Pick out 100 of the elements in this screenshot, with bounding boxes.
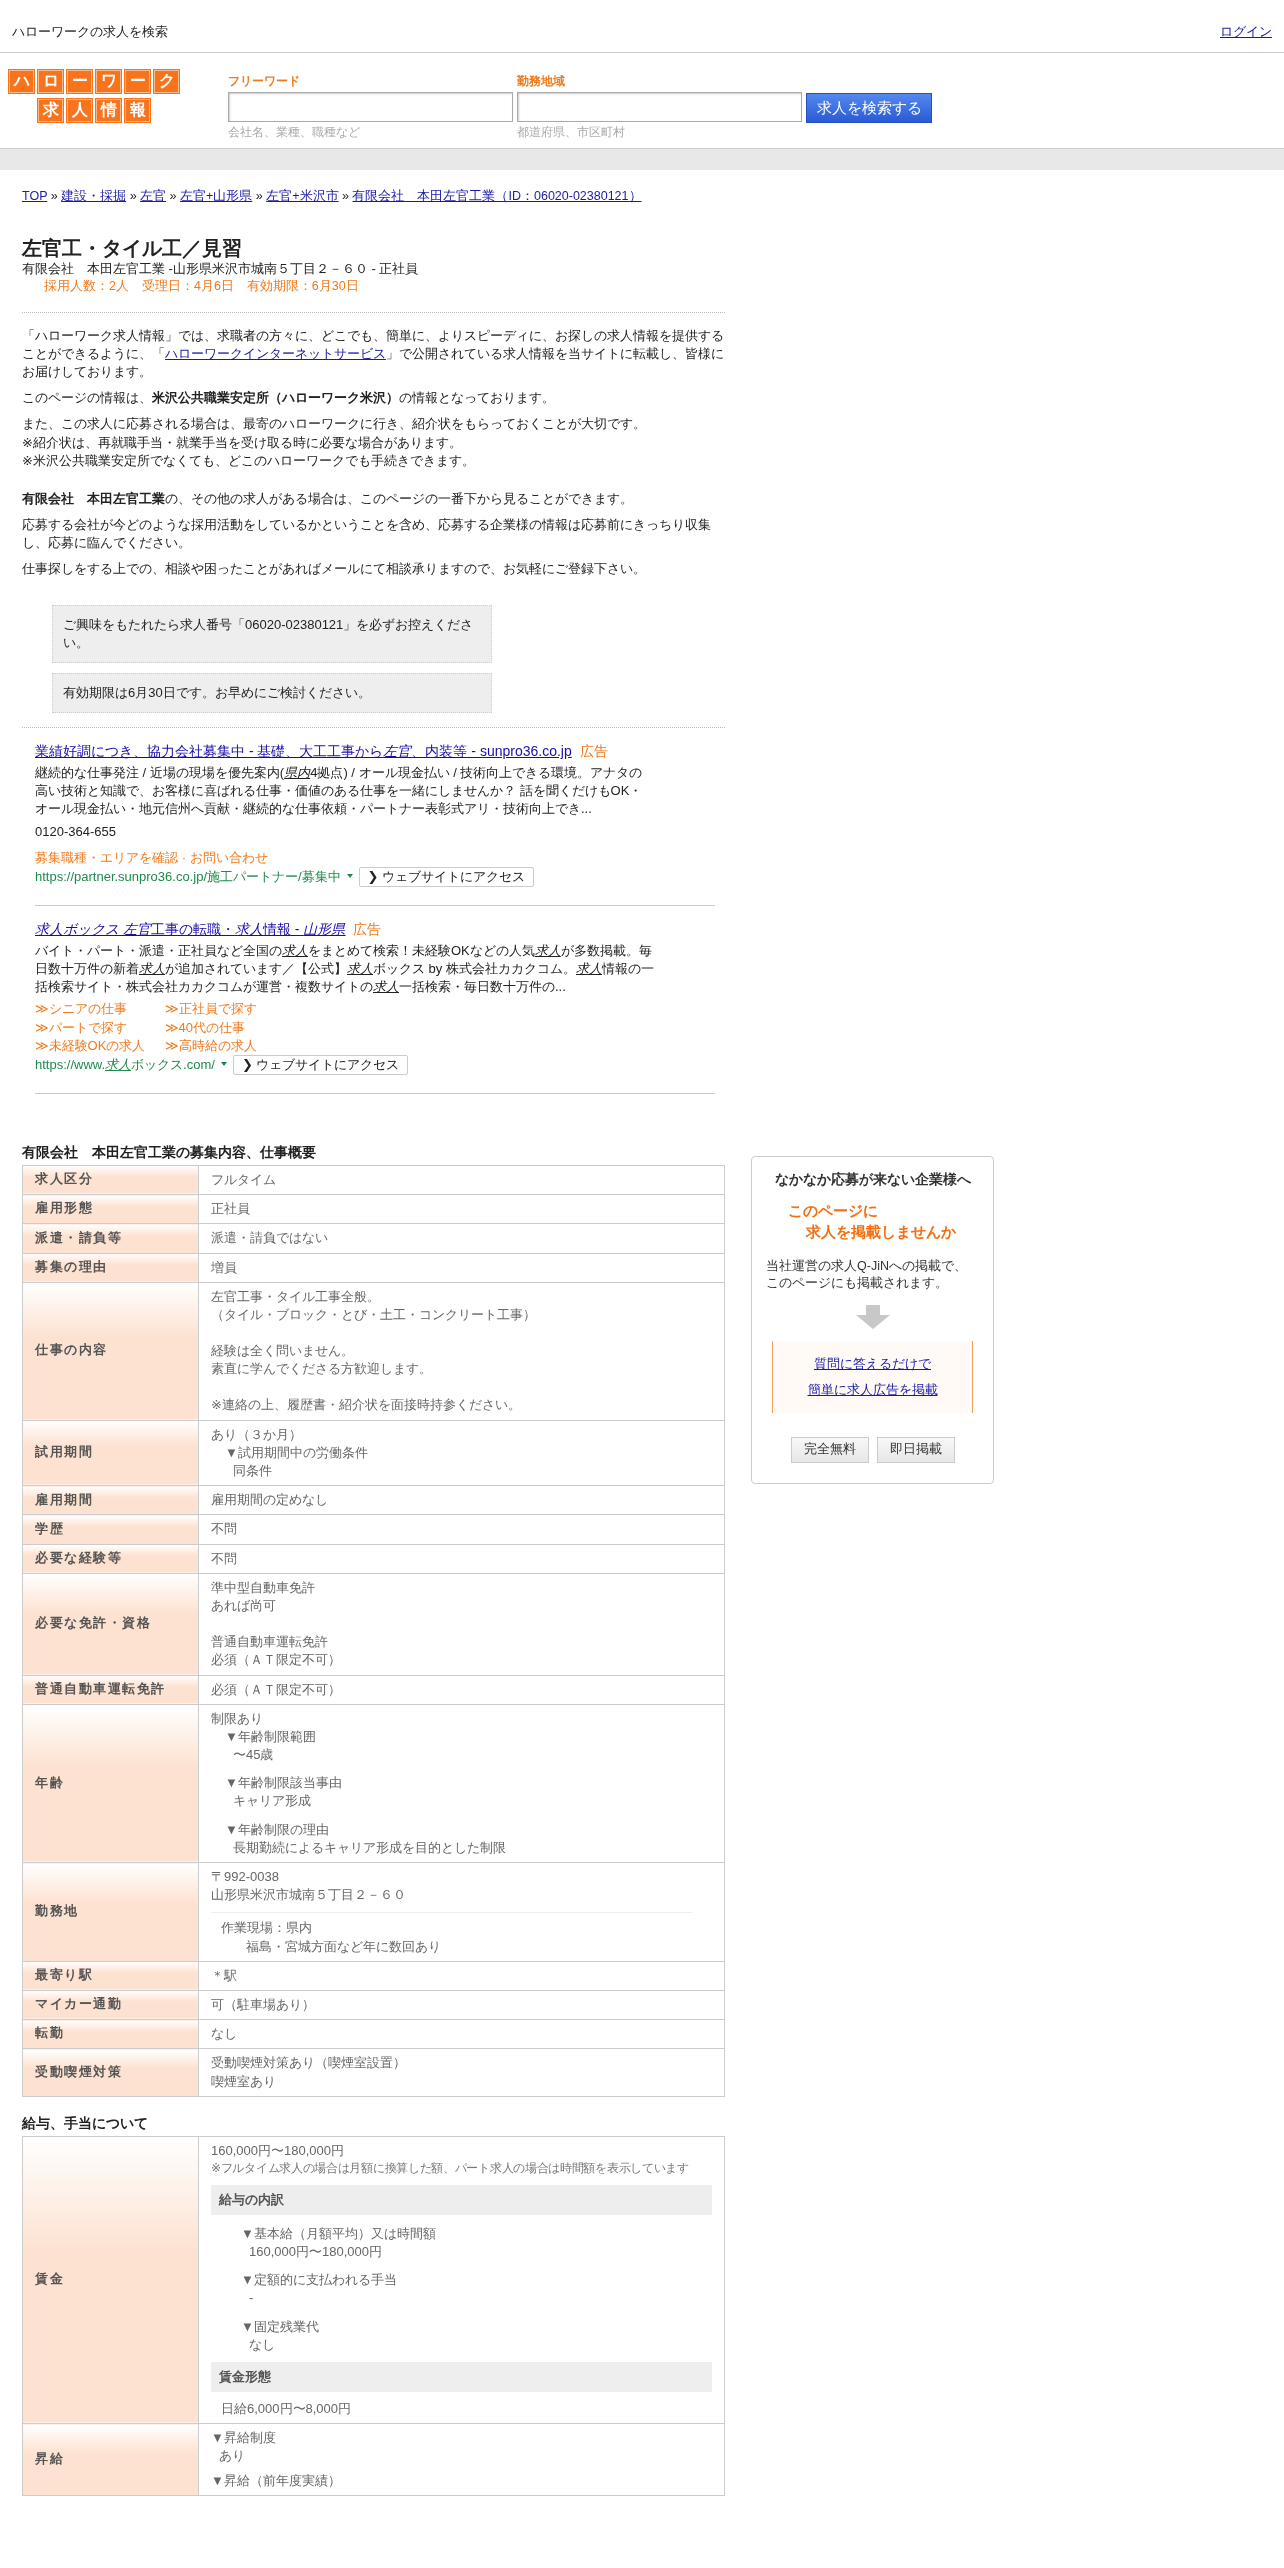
row-label: 仕事の内容 <box>22 1282 199 1421</box>
info-text: 仕事探しをする上での、相談や困ったことがあればメールにて相談承りますので、お気軽にご登録下さい。 <box>22 560 647 579</box>
row-label: 昇給 <box>22 2423 199 2496</box>
subheading: 給与の内訳 <box>211 2184 712 2215</box>
row-label: 受動喫煙対策 <box>22 2048 199 2097</box>
cell-text: 雇用期間の定めなし <box>211 1491 329 1510</box>
cell-text: 〜45歳 <box>232 1746 275 1765</box>
cell-text: 準中型自動車免許 <box>211 1578 316 1597</box>
promo-button[interactable]: 完全無料 <box>790 1437 869 1463</box>
website-button[interactable]: ❯ ウェブサイトにアクセス <box>232 1055 409 1076</box>
breadcrumb-link[interactable]: 左官+米沢市 <box>266 189 339 204</box>
breadcrumb-separator: » <box>255 189 263 204</box>
cell-text: 喫煙室あり <box>211 2072 277 2091</box>
input-field[interactable] <box>517 92 802 123</box>
item-heading: ▼試用期間中の労働条件 <box>225 1443 369 1462</box>
ad-phone: 0120-364-655 <box>35 822 117 841</box>
company-line: 有限会社 本田左官工業 -山形県米沢市城南５丁目２－６０ - 正社員 <box>22 259 420 278</box>
promo-link[interactable]: 簡単に求人広告を掲載 <box>807 1383 938 1398</box>
cell-text: 必須（ＡＴ限定不可） <box>211 1651 342 1670</box>
field-hint: 都道府県、市区町村 <box>517 125 626 141</box>
cell-text: 不問 <box>211 1520 238 1539</box>
website-button[interactable]: ❯ ウェブサイトにアクセス <box>358 867 535 888</box>
ad-url: https://partner.sunpro36.co.jp/施工パートナー/募集中 <box>35 867 341 886</box>
caret-icon[interactable] <box>346 874 353 879</box>
row-label: 普通自動車運転免許 <box>22 1675 199 1705</box>
service-link[interactable]: ハローワークインターネットサービス <box>165 345 386 361</box>
cell-text: 不問 <box>211 1549 238 1568</box>
breadcrumb-link[interactable]: 建設・採掘 <box>61 189 127 204</box>
ad-description: バイト・パート・派遣・正社員など全国の求人をまとめて検索！未経験OKなどの人気求人が多数掲載。毎日数十万件の新着求人が追加されています／【公式】求人ボックス by 株式会社カカクコム。求人情報の一括検索サイト・株式会社カカクコムが運営・複数サイトの求人一括検索・毎日数十万件の... <box>35 941 655 997</box>
cell-text: 普通自動車運転免許 <box>211 1633 329 1652</box>
logo-letter: 報 <box>124 97 151 123</box>
row-label: 転勤 <box>22 2019 199 2049</box>
info-text: 応募する会社が今どのような採用活動をしているかということを含め、応募する企業様の情報は応募前にきっちり収集し、応募に臨んでください。 <box>22 516 712 553</box>
promo-link[interactable]: 質問に答えるだけで <box>814 1356 931 1371</box>
cell-text: ※連絡の上、履歴書・紹介状を面接時持参ください。 <box>211 1396 522 1415</box>
item-heading: ▼固定残業代 <box>241 2317 320 2336</box>
down-arrow-icon <box>855 1304 890 1329</box>
job-title: 左官工・タイル工／見習 <box>22 235 243 260</box>
subheading: 賃金形態 <box>211 2361 712 2393</box>
logo-letter: ク <box>153 68 180 94</box>
logo-letter: 情 <box>95 97 122 123</box>
promo-button[interactable]: 即日掲載 <box>876 1437 955 1463</box>
cell-text: 制限あり <box>211 1709 264 1728</box>
cell-text: 必須（ＡＴ限定不可） <box>211 1680 342 1699</box>
info-text: 有限会社 本田左官工業の、その他の求人がある場合は、このページの一番下から見ることができます。 <box>22 489 634 508</box>
ad-url: https://www.求人ボックス.com/ <box>35 1055 215 1074</box>
cell-text: 〒992-0038 <box>211 1868 280 1886</box>
row-label: 必要な免許・資格 <box>22 1573 199 1675</box>
logo-letter: ハ <box>8 68 35 94</box>
caret-icon[interactable] <box>220 1062 227 1067</box>
row-label: 必要な経験等 <box>22 1544 199 1574</box>
sidebar-title: なかなか応募が来ない企業様へ <box>773 1171 972 1190</box>
row-label: 募集の理由 <box>22 1253 199 1283</box>
ad-label: 広告 <box>579 744 608 760</box>
info-text: ※紹介状は、再就職手当・就業手当を受け取る時に必要な場合があります。 <box>22 433 463 452</box>
note-text: ※フルタイム求人の場合は月額に換算した額、パート求人の場合は時間額を表示しています <box>211 2159 690 2177</box>
row-label: 学歴 <box>22 1514 199 1545</box>
input-field[interactable] <box>228 92 513 123</box>
cell-text: 160,000円〜180,000円 <box>211 2141 345 2160</box>
item-heading: 作業現場：県内 <box>221 1919 313 1938</box>
info-text: ※米沢公共職業安定所でなくても、どこのハローワークでも手続きできます。 <box>22 451 476 470</box>
cell-text: 長期勤続によるキャリア形成を目的とした制限 <box>232 1838 507 1857</box>
breadcrumb-link[interactable]: 左官+山形県 <box>180 189 253 204</box>
cell-text: 可（駐車場あり） <box>211 1995 316 2014</box>
promo-text: このページにも掲載されます。 <box>766 1275 949 1293</box>
item-heading: ▼基本給（月額平均）又は時間額 <box>241 2224 437 2243</box>
breadcrumb-link[interactable]: 有限会社 本田左官工業（ID：06020-02380121） <box>352 189 642 204</box>
cell-text: 同条件 <box>232 1462 273 1480</box>
cell-text: あれば尚可 <box>211 1596 277 1615</box>
logo-letter: ー <box>124 68 151 94</box>
cell-text: なし <box>211 2025 238 2044</box>
cell-text: 派遣・請負ではない <box>211 1229 329 1248</box>
cell-text: 日給6,000円〜8,000円 <box>220 2400 353 2419</box>
ad-label: 広告 <box>353 922 382 938</box>
login-link[interactable]: ログイン <box>1220 24 1272 42</box>
logo-letter: 人 <box>66 97 93 123</box>
breadcrumb-link[interactable]: 左官 <box>140 189 167 204</box>
cell-text: 受動喫煙対策あり（喫煙室設置） <box>211 2054 407 2073</box>
breadcrumb-separator: » <box>50 189 58 204</box>
row-label: 雇用期間 <box>22 1485 199 1515</box>
intro-text: 「ハローワーク求人情報」では、求職者の方々に、どこでも、簡単に、よりスピーディに、お探しの求人情報を提供することができるように、「ハローワークインターネットサービス」で公開されている求人情報を当サイトに転載し、皆様にお届けしております。 <box>22 326 725 381</box>
cell-text: （タイル・ブロック・とび・土工・コンクリート工事） <box>211 1305 537 1324</box>
promo-headline: このページに <box>788 1200 879 1221</box>
field-hint: 会社名、業種、職種など <box>228 125 361 141</box>
row-label: 試用期間 <box>22 1420 199 1486</box>
site-tagline: ハローワークの求人を検索 <box>12 24 168 41</box>
cell-text: 山形県米沢市城南５丁目２－６０ <box>211 1886 407 1905</box>
logo-letter: ワ <box>95 68 122 94</box>
cell-text: あり <box>218 2447 246 2466</box>
cell-text: 増員 <box>211 1258 238 1277</box>
logo-letter: ロ <box>37 68 64 94</box>
search-button[interactable]: 求人を検索する <box>806 92 932 123</box>
notice-box: ご興味をもたれたら求人番号「06020-02380121」を必ずお控えください。 <box>52 604 492 663</box>
promo-headline: 求人を掲載しませんか <box>804 1221 957 1242</box>
logo-letter: ー <box>66 68 93 94</box>
cell-text: 正社員 <box>211 1200 251 1219</box>
row-label: 賃金 <box>22 2136 199 2424</box>
item-heading: ▼昇給制度 <box>211 2429 277 2448</box>
breadcrumb-link[interactable]: TOP <box>22 189 48 204</box>
row-label: マイカー通勤 <box>22 1990 199 2020</box>
